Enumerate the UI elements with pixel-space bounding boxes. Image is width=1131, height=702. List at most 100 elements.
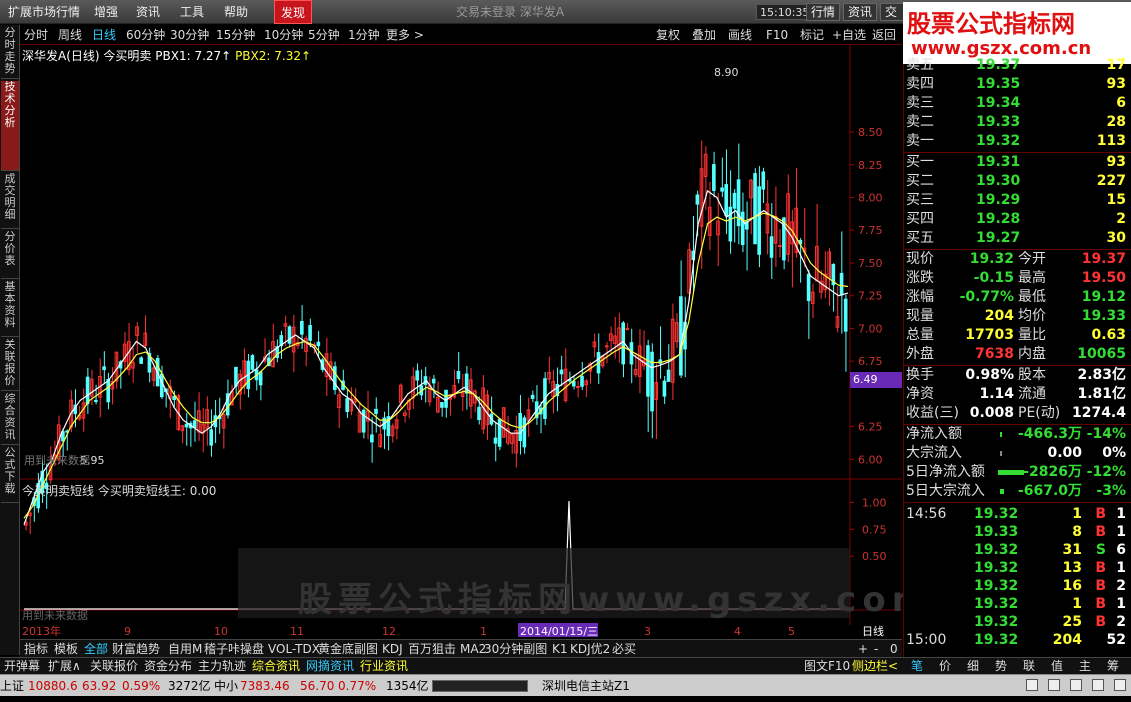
- tab-30m-sub[interactable]: 30分钟副图: [484, 640, 547, 658]
- menu-icon[interactable]: [1114, 679, 1126, 691]
- tab-must-buy[interactable]: 必买: [612, 640, 636, 658]
- buy-price: 19.28: [976, 211, 1021, 227]
- tab-ma2[interactable]: MA2: [460, 640, 486, 658]
- tab-chips[interactable]: 筹: [1107, 658, 1119, 675]
- candle-body: [806, 273, 811, 302]
- tick-volume: 31: [1062, 542, 1082, 558]
- btn-f10[interactable]: F10: [766, 25, 788, 45]
- candle-body: [761, 171, 766, 190]
- orderbook-sell-row: 卖四 19.35 93: [904, 75, 1131, 94]
- btn-info[interactable]: 资讯: [843, 3, 878, 21]
- tab-value[interactable]: 值: [1051, 658, 1063, 675]
- candle-body: [769, 236, 774, 258]
- period-daily[interactable]: 日线: [92, 25, 116, 45]
- tab-main[interactable]: 主: [1079, 658, 1091, 675]
- tab-custom[interactable]: 自用M: [168, 640, 202, 658]
- tab-formula-download[interactable]: 公式下载: [1, 447, 19, 503]
- btn-fund-dist[interactable]: 资金分布: [144, 658, 192, 675]
- tab-gold-bottom[interactable]: 黄金底副图: [318, 640, 378, 658]
- sell-level-label: 卖二: [906, 114, 934, 130]
- period-10m[interactable]: 10分钟: [264, 25, 303, 45]
- tab-price[interactable]: 价: [939, 658, 951, 675]
- tick-row: 15:00 19.32 204 52: [904, 631, 1131, 650]
- btn-main-track[interactable]: 主力轨迹: [198, 658, 246, 675]
- menu-enhance[interactable]: 增强: [88, 0, 124, 24]
- tick-price: 19.32: [974, 560, 1019, 576]
- tab-technical[interactable]: 技术分析: [1, 81, 19, 171]
- btn-overlay[interactable]: 叠加: [692, 25, 716, 45]
- btn-mark[interactable]: 标记: [800, 25, 824, 45]
- btn-adjust[interactable]: 复权: [656, 25, 680, 45]
- index-amount: 3272亿: [168, 679, 211, 693]
- tab-wealth[interactable]: 财富趋势: [112, 640, 160, 658]
- tab-million[interactable]: 百万狙击: [408, 640, 456, 658]
- btn-f10-text[interactable]: 图文F10: [804, 658, 850, 675]
- quote2-value-right: 1274.4: [1071, 405, 1126, 421]
- tab-template[interactable]: 模板: [54, 640, 78, 658]
- tab-k1[interactable]: K1: [552, 640, 568, 658]
- tab-detail[interactable]: 细: [967, 658, 979, 675]
- minimize-icon[interactable]: [1026, 679, 1038, 691]
- tab-trend[interactable]: 势: [995, 658, 1007, 675]
- watermark-text: 股票公式指标网www.gszx.com: [298, 580, 934, 620]
- period-5m[interactable]: 5分钟: [308, 25, 340, 45]
- tab-info[interactable]: 综合资讯: [1, 393, 19, 445]
- menu-news[interactable]: 资讯: [130, 0, 166, 24]
- buy-level-label: 买一: [906, 154, 934, 170]
- period-1m[interactable]: 1分钟: [348, 25, 380, 45]
- candle-body: [192, 420, 197, 429]
- btn-industry-info[interactable]: 行业资讯: [360, 658, 408, 675]
- flow-pct: -3%: [1096, 483, 1126, 499]
- btn-danmaku[interactable]: 开弹幕: [4, 658, 40, 675]
- candle-body: [522, 417, 527, 448]
- menu-tools[interactable]: 工具: [174, 0, 210, 24]
- tab-indicator[interactable]: 指标: [24, 640, 48, 658]
- tab-deals[interactable]: 成交明细: [1, 173, 19, 229]
- tab-jizi[interactable]: 稽子咔操盘: [204, 640, 264, 658]
- btn-quote[interactable]: 行情: [806, 3, 841, 21]
- tab-related[interactable]: 关联报价: [1, 339, 19, 391]
- zoom-in[interactable]: +: [858, 640, 868, 658]
- btn-sidebar[interactable]: 侧边栏<: [852, 658, 898, 675]
- tab-vol-tdx[interactable]: VOL-TDX: [268, 640, 320, 658]
- menu-help[interactable]: 帮助: [218, 0, 254, 24]
- btn-expand[interactable]: 扩展∧: [48, 658, 81, 675]
- candle-body: [728, 206, 733, 242]
- btn-related-quote[interactable]: 关联报价: [90, 658, 138, 675]
- btn-add-watch[interactable]: +自选: [832, 25, 866, 45]
- candle-body: [431, 378, 436, 384]
- candle-body: [361, 409, 366, 433]
- tab-all[interactable]: 全部: [84, 640, 108, 658]
- settings-icon[interactable]: [1070, 679, 1082, 691]
- tab-kdj[interactable]: KDJ: [382, 640, 403, 658]
- tab-price-table[interactable]: 分价表: [1, 231, 19, 279]
- btn-web-info[interactable]: 网摘资讯: [306, 658, 354, 675]
- candle-body: [287, 326, 292, 344]
- btn-trade[interactable]: 交易: [880, 3, 904, 21]
- tab-kdj2[interactable]: KDJ优2: [570, 640, 610, 658]
- btn-combined-info[interactable]: 综合资讯: [252, 658, 300, 675]
- btn-draw[interactable]: 画线: [728, 25, 752, 45]
- period-15m[interactable]: 15分钟: [216, 25, 255, 45]
- menu-extended-market[interactable]: 扩展市场行情: [2, 0, 86, 24]
- tick-row: 19.32 25 B 2: [904, 613, 1131, 632]
- menu-discover[interactable]: 发现: [274, 0, 313, 24]
- period-intraday[interactable]: 分时: [24, 25, 48, 45]
- candle-body: [234, 366, 238, 387]
- period-60m[interactable]: 60分钟: [126, 25, 165, 45]
- lock-icon[interactable]: [1092, 679, 1104, 691]
- quote2-row: 换手 0.98% 股本 2.83亿: [904, 366, 1131, 385]
- tab-ticks[interactable]: 笔: [911, 658, 923, 675]
- zoom-reset[interactable]: 0: [890, 640, 898, 658]
- btn-back[interactable]: 返回: [872, 25, 896, 45]
- tab-fundamentals[interactable]: 基本资料: [1, 281, 19, 337]
- window-icon[interactable]: [1048, 679, 1060, 691]
- period-more[interactable]: 更多 >: [386, 25, 424, 45]
- mid-value: 7383.46: [240, 679, 290, 693]
- period-weekly[interactable]: 周线: [58, 25, 82, 45]
- tab-link[interactable]: 联: [1023, 658, 1035, 675]
- tick-side: B: [1095, 596, 1106, 612]
- period-30m[interactable]: 30分钟: [170, 25, 209, 45]
- zoom-out[interactable]: -: [874, 640, 878, 658]
- tab-intraday[interactable]: 分时走势: [1, 27, 19, 79]
